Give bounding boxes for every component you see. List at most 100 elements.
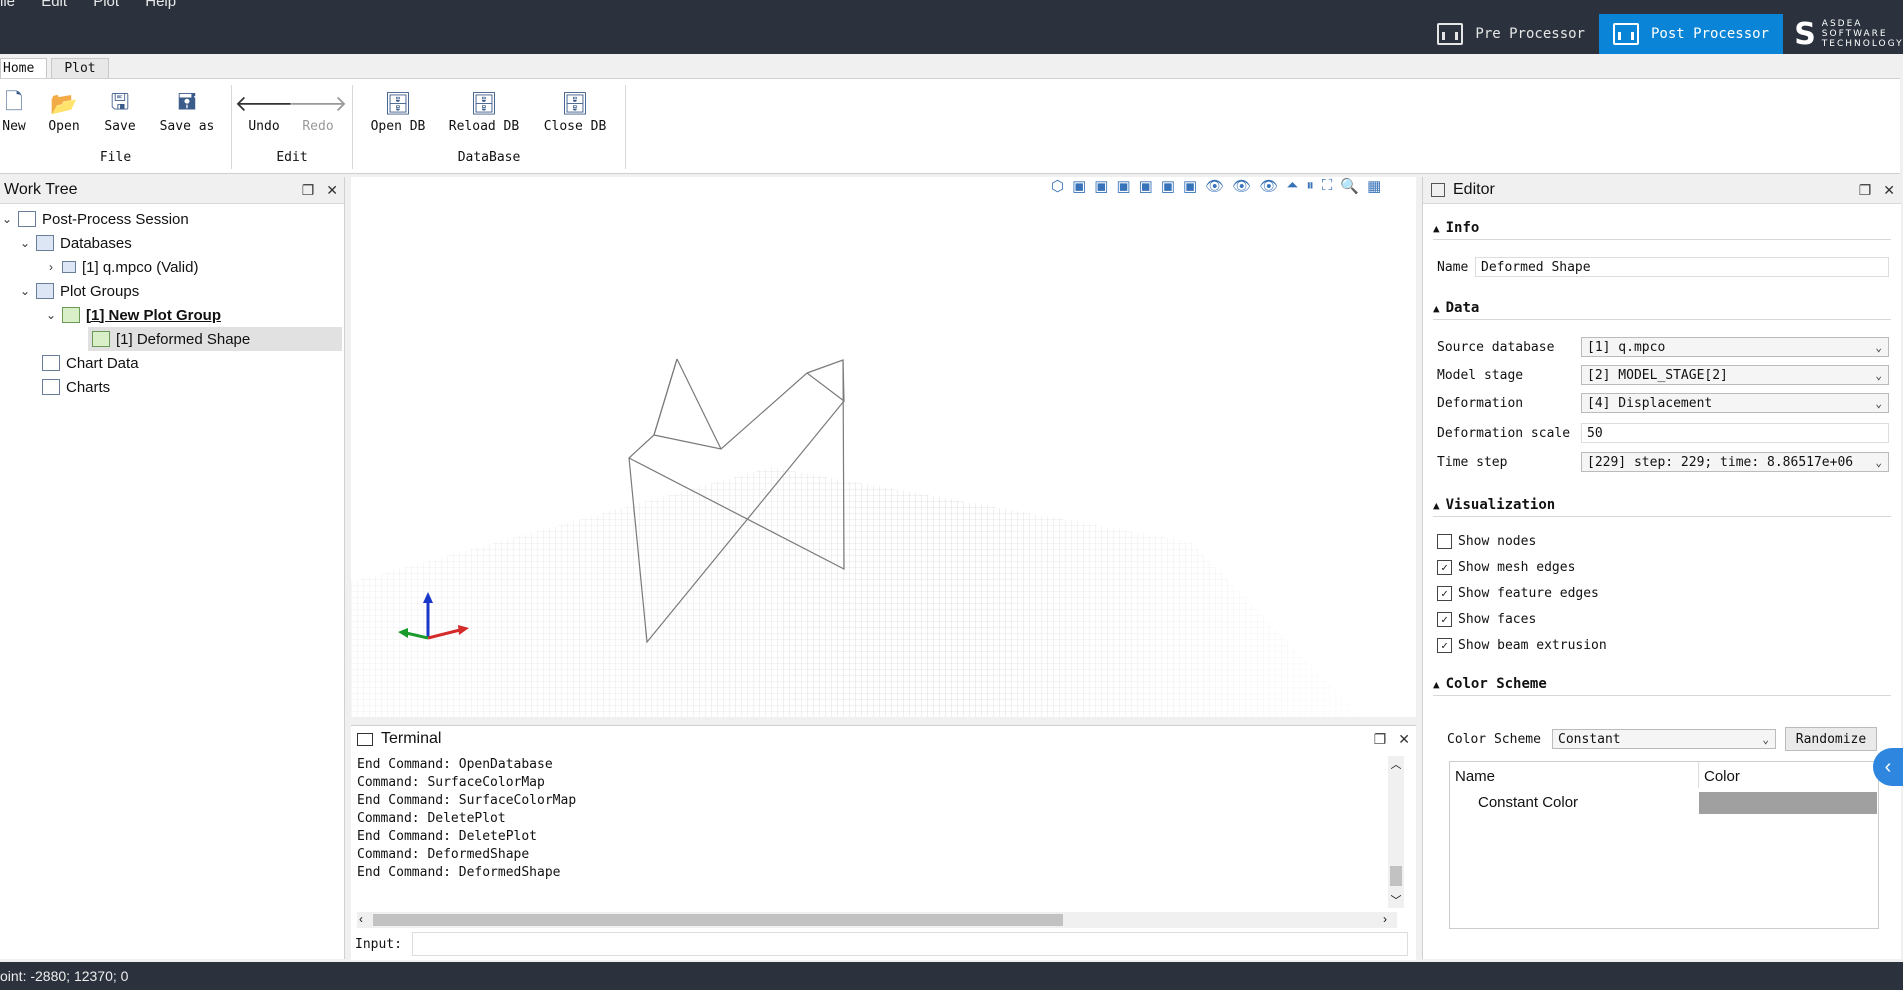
scroll-down-icon[interactable]: ﹀ <box>1388 892 1404 908</box>
name-field[interactable]: Deformed Shape <box>1475 257 1889 277</box>
chart-bars-icon <box>1612 23 1639 45</box>
plot-group-icon <box>62 307 80 323</box>
collapse-triangle-icon[interactable]: ▲ <box>1433 222 1440 235</box>
pre-processor-button[interactable]: Pre Processor <box>1423 14 1599 54</box>
close-icon[interactable]: ✕ <box>326 182 338 199</box>
pre-processor-icon <box>1437 23 1464 45</box>
collapse-triangle-icon[interactable]: ▲ <box>1433 678 1440 691</box>
show-mesh-edges-label: Show mesh edges <box>1458 560 1576 575</box>
data-section-title: Data <box>1445 300 1480 316</box>
close-icon[interactable]: ✕ <box>1398 731 1410 748</box>
checkbox-box[interactable]: ✓ <box>1437 612 1452 627</box>
chevron-down-icon[interactable]: ⌄ <box>44 308 58 322</box>
menu-edit[interactable]: Edit <box>41 0 67 10</box>
color-scheme-section[interactable]: ▲ Color Scheme <box>1433 673 1891 696</box>
close-db-button[interactable]: 🗄 Close DB <box>539 89 611 135</box>
collapse-triangle-icon[interactable]: ▲ <box>1433 302 1440 315</box>
3d-viewport[interactable]: ⬡ ▣ ▣ ▣ ▣ ▣ ▣ 👁 👁 👁 ⏶ ⏸ ⛶ 🔍 ▦ <box>351 177 1416 717</box>
checkbox-box[interactable]: ✓ <box>1437 638 1452 653</box>
float-icon[interactable]: ❐ <box>302 182 315 199</box>
color-swatch[interactable] <box>1699 792 1877 814</box>
chevron-down-icon[interactable]: ⌄ <box>0 212 14 226</box>
scroll-thumb[interactable] <box>1390 866 1402 886</box>
color-scheme-value: Constant <box>1558 731 1621 747</box>
deformation-scale-field[interactable]: 50 <box>1581 423 1889 443</box>
database-add-icon: 🗄 <box>384 91 412 117</box>
show-mesh-edges-checkbox[interactable]: ✓ Show mesh edges <box>1437 560 1575 575</box>
chevron-down-icon: ⌄ <box>1875 340 1882 354</box>
plot-group-label: [1] New Plot Group <box>86 306 221 324</box>
tree-session[interactable]: ⌄ Post-Process Session <box>0 207 189 231</box>
tree-plot-item[interactable]: [1] Deformed Shape <box>88 327 342 351</box>
data-section[interactable]: ▲ Data <box>1433 297 1891 320</box>
terminal-header: Terminal ❐ ✕ <box>351 726 1416 752</box>
new-button[interactable]: 🗋 New <box>0 89 28 134</box>
menu-plot[interactable]: Plot <box>93 0 119 10</box>
chevron-down-icon[interactable]: ⌄ <box>18 284 32 298</box>
tree-databases[interactable]: ⌄ Databases <box>18 231 132 255</box>
checkbox-box[interactable]: ✓ <box>1437 586 1452 601</box>
scroll-right-icon[interactable]: › <box>1383 912 1387 926</box>
menu-help[interactable]: Help <box>145 0 176 10</box>
tree-db-item[interactable]: › [1] q.mpco (Valid) <box>44 255 198 279</box>
save-as-button[interactable]: 🖬 Save as <box>156 89 218 134</box>
color-scheme-select[interactable]: Constant ⌄ <box>1552 729 1776 749</box>
reload-db-button[interactable]: 🗄 Reload DB <box>445 89 523 135</box>
editor-icon <box>1431 183 1445 197</box>
redo-button[interactable]: 🡒 Redo <box>289 89 348 134</box>
tree-plot-group[interactable]: ⌄ [1] New Plot Group <box>44 303 221 327</box>
visualization-section[interactable]: ▲ Visualization <box>1433 494 1891 517</box>
float-icon[interactable]: ❐ <box>1859 182 1872 199</box>
menu-file[interactable]: ile <box>0 0 15 10</box>
databases-label: Databases <box>60 234 132 252</box>
save-button[interactable]: 🖫 Save <box>100 89 140 134</box>
show-nodes-checkbox[interactable]: Show nodes <box>1437 534 1536 549</box>
show-faces-checkbox[interactable]: ✓ Show faces <box>1437 612 1536 627</box>
randomize-button[interactable]: Randomize <box>1785 727 1877 751</box>
scroll-up-icon[interactable]: ︿ <box>1388 756 1404 772</box>
scroll-left-icon[interactable]: ‹ <box>359 912 363 926</box>
command-input[interactable] <box>411 932 1408 956</box>
tab-plot[interactable]: Plot <box>51 58 109 78</box>
save-label: Save <box>104 119 136 134</box>
time-step-label: Time step <box>1437 455 1508 470</box>
tab-home[interactable]: Home <box>0 58 48 78</box>
side-panel-toggle[interactable]: ‹ <box>1873 748 1903 786</box>
show-feature-edges-checkbox[interactable]: ✓ Show feature edges <box>1437 586 1599 601</box>
close-db-label: Close DB <box>543 119 607 134</box>
deformation-select[interactable]: [4] Displacement ⌄ <box>1581 393 1889 413</box>
chevron-right-icon[interactable]: › <box>44 260 58 274</box>
chevron-down-icon[interactable]: ⌄ <box>18 236 32 250</box>
model-stage-select[interactable]: [2] MODEL_STAGE[2] ⌄ <box>1581 365 1889 385</box>
undo-button[interactable]: 🡐 Undo <box>234 89 294 134</box>
post-processor-button[interactable]: Post Processor <box>1598 14 1783 54</box>
tree-plot-groups[interactable]: ⌄ Plot Groups <box>18 279 139 303</box>
plot-groups-icon <box>36 283 54 299</box>
cursor-point-readout: oint: -2880; 12370; 0 <box>0 968 129 984</box>
open-button[interactable]: 📂 Open <box>44 89 84 135</box>
scroll-thumb[interactable] <box>373 914 1063 926</box>
info-section[interactable]: ▲ Info <box>1433 217 1891 240</box>
terminal-panel: Terminal ❐ ✕ End Command: OpenDatabase Com… <box>351 725 1416 960</box>
chevron-left-icon: ‹ <box>1884 755 1892 778</box>
terminal-horizontal-scrollbar[interactable]: ‹ › <box>357 912 1397 928</box>
open-folder-icon: 📂 <box>50 91 78 117</box>
source-db-select[interactable]: [1] q.mpco ⌄ <box>1581 337 1889 357</box>
show-beam-extrusion-checkbox[interactable]: ✓ Show beam extrusion <box>1437 638 1607 653</box>
undo-arrow-icon: 🡐 <box>234 92 294 117</box>
column-header-color: Color <box>1704 768 1740 785</box>
name-label: Name <box>1437 260 1469 275</box>
save-as-label: Save as <box>159 119 215 134</box>
open-db-label: Open DB <box>370 119 426 134</box>
time-step-select[interactable]: [229] step: 229; time: 8.86517e+06 ⌄ <box>1581 452 1889 472</box>
terminal-vertical-scrollbar[interactable]: ︿ ﹀ <box>1388 756 1404 908</box>
collapse-triangle-icon[interactable]: ▲ <box>1433 499 1440 512</box>
model-stage-label: Model stage <box>1437 368 1524 383</box>
checkbox-box[interactable] <box>1437 534 1452 549</box>
open-db-button[interactable]: 🗄 Open DB <box>367 89 429 135</box>
tree-chart-data[interactable]: Chart Data <box>38 351 139 375</box>
float-icon[interactable]: ❐ <box>1374 731 1387 748</box>
tree-charts[interactable]: Charts <box>38 375 110 399</box>
checkbox-box[interactable]: ✓ <box>1437 560 1452 575</box>
close-icon[interactable]: ✕ <box>1883 182 1895 199</box>
